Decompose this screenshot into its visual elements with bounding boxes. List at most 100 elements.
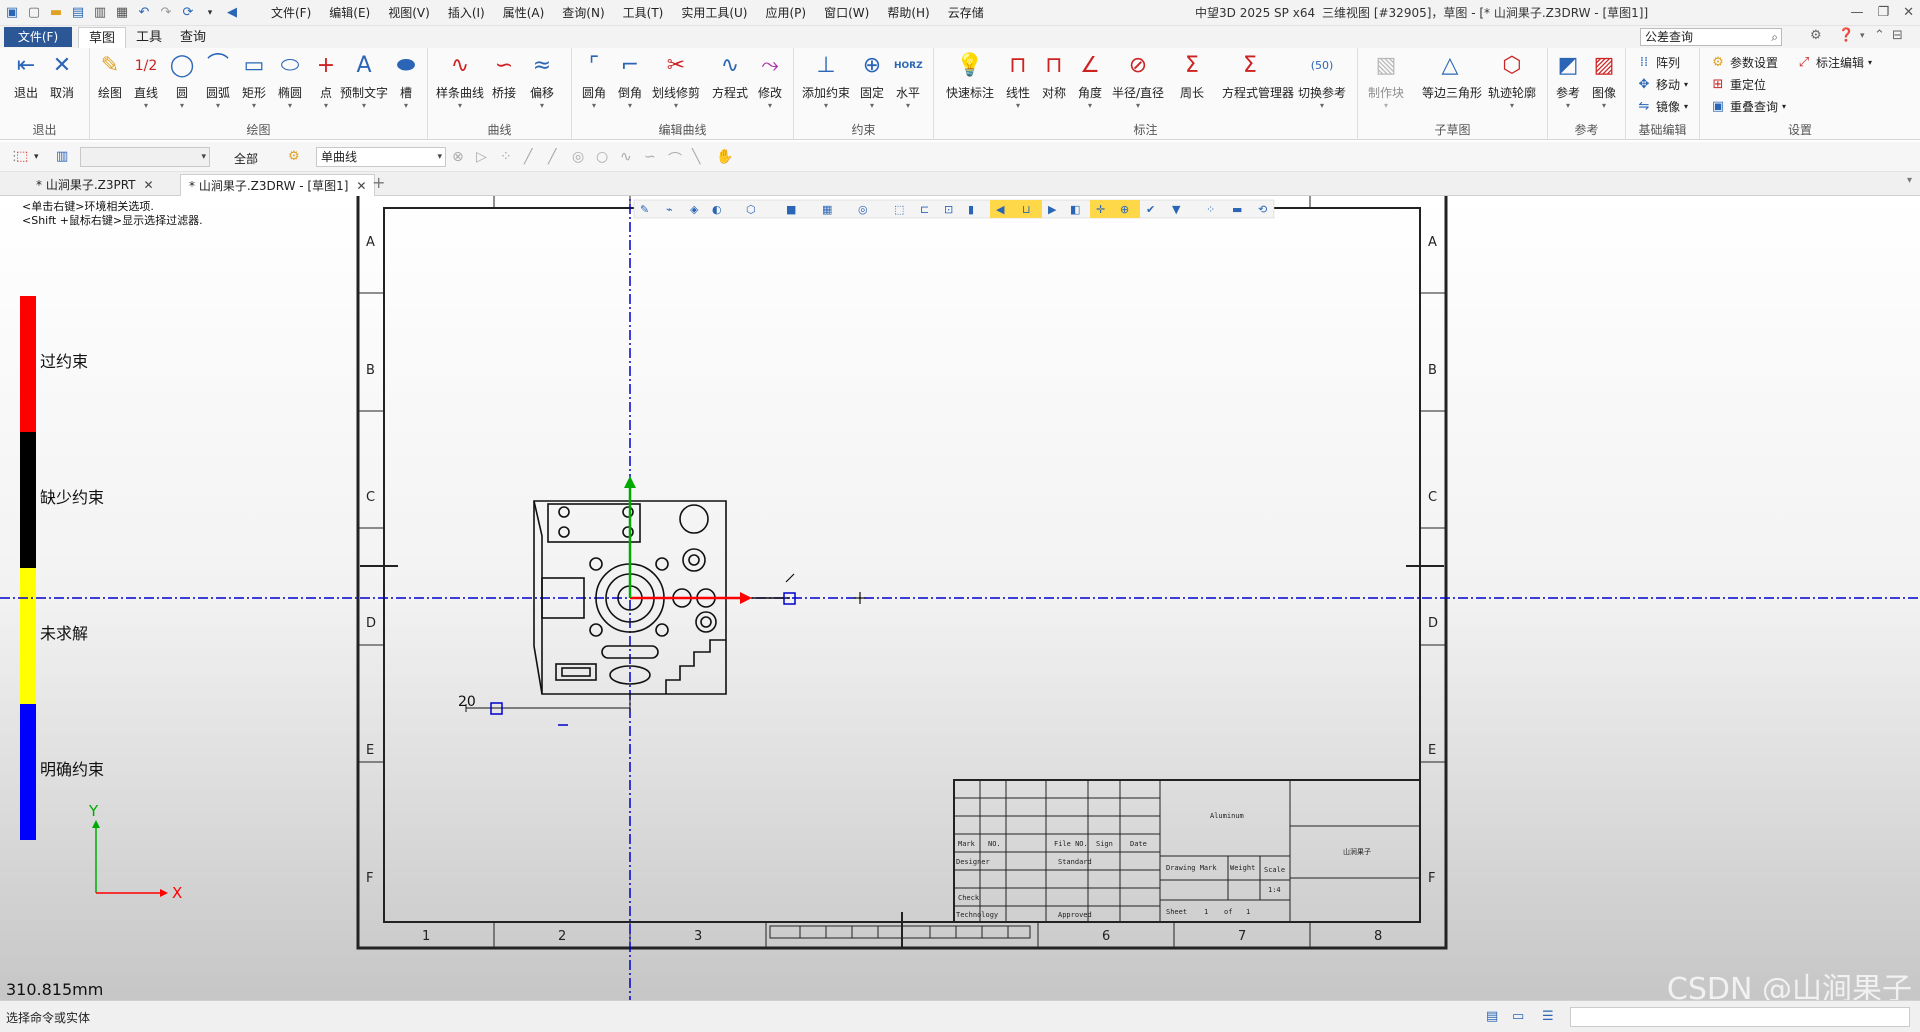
modify-dropdown-icon[interactable]: ▾ <box>752 101 788 111</box>
command-input[interactable] <box>1570 1007 1910 1027</box>
undo-icon[interactable]: ↶ <box>136 5 152 21</box>
snap-dots-icon[interactable]: ⁘ <box>500 149 512 165</box>
close-icon[interactable]: ✕ <box>356 179 366 193</box>
slot-button[interactable]: ⬬ 槽 ▾ <box>388 52 424 111</box>
move-button[interactable]: ✥ 移动 ▾ <box>1636 76 1688 93</box>
close-icon[interactable]: ✕ <box>1903 0 1914 26</box>
spline-dropdown-icon[interactable]: ▾ <box>442 101 478 111</box>
menu-help[interactable]: 帮助(H) <box>878 0 938 26</box>
floating-toolbar[interactable]: ✎ ⌁ ◈ ◐ ⬡ ■ ▦ ◎ ⬚ ⊏ ⊡ ▮ ◀ ⊔ ▶ ◧ ✛ ⊕ ✔ ▼ <box>633 199 1275 219</box>
redo-icon[interactable]: ↷ <box>158 5 174 21</box>
save-icon[interactable]: ▤ <box>70 5 86 21</box>
search-icon[interactable]: ⌕ <box>1771 29 1778 45</box>
reference-button[interactable]: ◩ 参考 ▾ <box>1550 52 1586 111</box>
menu-attribute[interactable]: 属性(A) <box>494 0 554 26</box>
menu-file[interactable]: 文件(F) <box>262 0 320 26</box>
help-dropdown-icon[interactable]: ▾ <box>1860 31 1865 41</box>
mirror-button[interactable]: ⇋ 镜像 ▾ <box>1636 98 1688 115</box>
offset-dropdown-icon[interactable]: ▾ <box>524 101 560 111</box>
fillet-button[interactable]: ⌜ 圆角 ▾ <box>576 52 612 111</box>
chamfer-dropdown-icon[interactable]: ▾ <box>612 101 648 111</box>
reposition-button[interactable]: ⊞ 重定位 <box>1710 76 1766 93</box>
point-dropdown-icon[interactable]: ▾ <box>308 101 344 111</box>
point-button[interactable]: + 点 ▾ <box>308 52 344 111</box>
track-profile-button[interactable]: ⬡ 轨迹轮廓 ▾ <box>1488 52 1536 111</box>
trim-button[interactable]: ✂ 划线修剪 ▾ <box>652 52 700 111</box>
circle-button[interactable]: ◯ 圆 ▾ <box>164 52 200 111</box>
spline-button[interactable]: ∿ 样条曲线 ▾ <box>436 52 484 111</box>
track-profile-dropdown-icon[interactable]: ▾ <box>1494 101 1530 111</box>
fix-button[interactable]: ⊕ 固定 ▾ <box>854 52 890 111</box>
print-preview-icon[interactable]: ▦ <box>114 5 130 21</box>
pick-filter-dropdown-icon[interactable]: ▾ <box>34 152 39 162</box>
mirror-dropdown-icon[interactable]: ▾ <box>1684 102 1688 111</box>
make-block-button[interactable]: ▧ 制作块 ▾ <box>1368 52 1404 111</box>
status-monitor-icon[interactable]: ▭ <box>1512 1009 1524 1024</box>
annotation-edit-button[interactable]: ⤢ 标注编辑 ▾ <box>1796 54 1872 71</box>
overlap-query-button[interactable]: ▣ 重叠查询 ▾ <box>1710 98 1786 115</box>
snap-ring-icon[interactable]: ○ <box>596 149 608 165</box>
pick-filter-icon[interactable]: ⬚ <box>16 149 28 164</box>
menu-cloud[interactable]: 云存储 <box>939 0 993 26</box>
rectangle-dropdown-icon[interactable]: ▾ <box>236 101 272 111</box>
angle-dropdown-icon[interactable]: ▾ <box>1072 101 1108 111</box>
annotation-edit-dropdown-icon[interactable]: ▾ <box>1868 58 1872 67</box>
filter-list-icon[interactable]: ▥ <box>56 149 68 164</box>
snap-line-icon[interactable]: ╱ <box>524 149 532 165</box>
snap-wave-icon[interactable]: ∽ <box>644 149 656 165</box>
snap-play-icon[interactable]: ▷ <box>476 149 487 165</box>
menu-query[interactable]: 查询(N) <box>553 0 613 26</box>
curve-mode-select[interactable]: 单曲线 ▾ <box>316 147 446 167</box>
search-input[interactable]: 公差查询 ⌕ <box>1640 28 1782 46</box>
tab-scroll-icon[interactable]: ▾ <box>1907 175 1912 186</box>
customize-dropdown-icon[interactable]: ▾ <box>202 5 218 21</box>
modify-button[interactable]: ⤳ 修改 ▾ <box>752 52 788 111</box>
equilateral-triangle-button[interactable]: △ 等边三角形 <box>1422 52 1482 101</box>
rectangle-button[interactable]: ▭ 矩形 ▾ <box>236 52 272 111</box>
parameter-settings-button[interactable]: ⚙ 参数设置 <box>1710 54 1778 71</box>
angle-dimension-button[interactable]: ∠ 角度 ▾ <box>1072 52 1108 111</box>
dimension-value[interactable]: 20 <box>458 694 476 710</box>
snap-line2-icon[interactable]: ╱ <box>548 149 556 165</box>
menu-apps[interactable]: 应用(P) <box>757 0 816 26</box>
fix-dropdown-icon[interactable]: ▾ <box>854 101 890 111</box>
slot-dropdown-icon[interactable]: ▾ <box>388 101 424 111</box>
fillet-dropdown-icon[interactable]: ▾ <box>576 101 612 111</box>
radius-diameter-button[interactable]: ⊘ 半径/直径 ▾ <box>1112 52 1164 111</box>
filter-settings-icon[interactable]: ⚙ <box>288 149 300 164</box>
tab-tools[interactable]: 工具 <box>126 27 172 48</box>
ribbon-pin-icon[interactable]: ⊟ <box>1892 28 1903 43</box>
text-dropdown-icon[interactable]: ▾ <box>346 101 382 111</box>
menu-edit[interactable]: 编辑(E) <box>320 0 379 26</box>
snap-hand-icon[interactable]: ✋ <box>716 149 733 165</box>
chamfer-button[interactable]: ⌐ 倒角 ▾ <box>612 52 648 111</box>
horizontal-dropdown-icon[interactable]: ▾ <box>890 101 926 111</box>
ribbon-minimize-icon[interactable]: ⌃ <box>1874 28 1885 43</box>
add-constraint-button[interactable]: ⊥ 添加约束 ▾ <box>802 52 850 111</box>
perimeter-button[interactable]: Σ 周长 <box>1174 52 1210 101</box>
quick-dimension-button[interactable]: 💡 快速标注 <box>946 52 994 101</box>
snap-arc-icon[interactable]: ⌒ <box>668 149 682 169</box>
drawing-svg[interactable]: A B C D E F A B C D E F 1 2 3 6 7 8 1 2 <box>0 196 1920 1000</box>
toggle-reference-button[interactable]: (50) 切换参考 ▾ <box>1298 52 1346 111</box>
snap-point-icon[interactable]: ⊗ <box>452 149 464 165</box>
block-dropdown-icon[interactable]: ▾ <box>1368 101 1404 111</box>
menu-tools[interactable]: 工具(T) <box>614 0 673 26</box>
file-tab[interactable]: 文件(F) <box>4 27 72 47</box>
snap-curve-icon[interactable]: ∿ <box>620 149 632 165</box>
line-button[interactable]: 1/2 直线 ▾ <box>128 52 164 111</box>
snap-circle-icon[interactable]: ◎ <box>572 149 584 165</box>
new-tab-icon[interactable]: + <box>372 173 385 192</box>
toggle-reference-dropdown-icon[interactable]: ▾ <box>1304 101 1340 111</box>
menu-insert[interactable]: 插入(I) <box>439 0 494 26</box>
add-constraint-dropdown-icon[interactable]: ▾ <box>808 101 844 111</box>
tab-sketch[interactable]: 草图 <box>78 27 127 48</box>
filter-combo-disabled[interactable]: ▾ <box>80 147 210 167</box>
horizontal-button[interactable]: HORZ 水平 ▾ <box>890 52 926 111</box>
help-icon[interactable]: ❓ <box>1838 28 1854 43</box>
arc-button[interactable]: ⌒ 圆弧 ▾ <box>200 52 236 111</box>
image-dropdown-icon[interactable]: ▾ <box>1586 101 1622 111</box>
doc-tab-part[interactable]: * 山涧果子.Z3PRT ✕ <box>28 174 162 196</box>
ellipse-dropdown-icon[interactable]: ▾ <box>272 101 308 111</box>
preset-text-button[interactable]: A 预制文字 ▾ <box>340 52 388 111</box>
